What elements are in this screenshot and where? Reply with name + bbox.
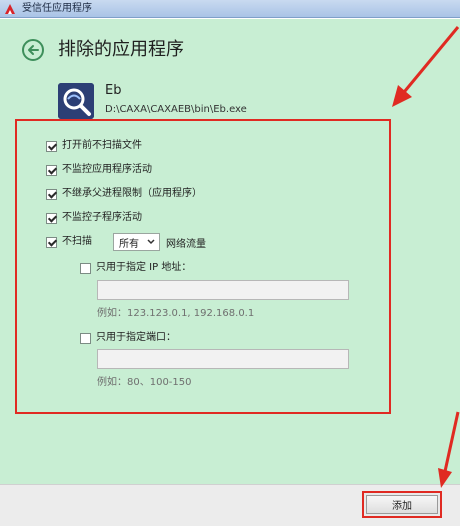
option-no-inherit-parent-restrictions[interactable]: 不继承父进程限制（应用程序） xyxy=(46,186,202,202)
dialog-window: 受信任应用程序 排除的应用程序 Eb D:\CAXA\CAXAEB\bin\Eb… xyxy=(0,0,460,526)
option-label: 不监控应用程序活动 xyxy=(62,164,152,175)
option-label: 只用于指定 IP 地址： xyxy=(96,262,192,273)
option-label: 不监控子程序活动 xyxy=(62,212,142,223)
traffic-type-select[interactable]: 所有 xyxy=(113,233,160,251)
checkbox[interactable] xyxy=(46,212,57,224)
option-port-filter[interactable]: 只用于指定端口： xyxy=(80,330,176,346)
checkbox[interactable] xyxy=(46,164,57,176)
option-skip-scan-before-open[interactable]: 打开前不扫描文件 xyxy=(46,138,142,154)
checkbox[interactable] xyxy=(46,140,57,152)
option-label: 只用于指定端口： xyxy=(96,332,176,343)
page-title: 排除的应用程序 xyxy=(58,39,184,60)
ip-address-input[interactable] xyxy=(97,280,349,300)
option-label: 打开前不扫描文件 xyxy=(62,140,142,151)
add-button[interactable]: 添加 xyxy=(366,495,438,514)
window-title: 受信任应用程序 xyxy=(22,3,92,14)
application-icon xyxy=(58,83,94,119)
add-button-highlight[interactable]: 添加 xyxy=(362,491,442,518)
checkbox[interactable] xyxy=(46,188,57,200)
title-bar: 受信任应用程序 xyxy=(0,0,460,18)
checkbox[interactable] xyxy=(46,236,57,248)
option-ip-filter[interactable]: 只用于指定 IP 地址： xyxy=(80,260,191,276)
checkbox[interactable] xyxy=(80,262,91,274)
add-button-label: 添加 xyxy=(392,501,412,512)
chevron-down-icon xyxy=(147,239,155,245)
option-label: 不扫描 xyxy=(62,236,92,247)
application-name: Eb xyxy=(105,83,122,98)
kaspersky-logo-icon xyxy=(5,4,15,14)
checkbox[interactable] xyxy=(80,332,91,344)
application-path: D:\CAXA\CAXAEB\bin\Eb.exe xyxy=(105,104,247,115)
ip-address-hint: 例如：123.123.0.1, 192.168.0.1 xyxy=(97,308,255,319)
option-no-monitor-child-activity[interactable]: 不监控子程序活动 xyxy=(46,210,142,226)
option-label: 不继承父进程限制（应用程序） xyxy=(62,188,202,199)
arrow-left-icon xyxy=(28,45,39,55)
option-no-scan-traffic[interactable]: 不扫描 xyxy=(46,234,92,250)
traffic-suffix-label: 网络流量 xyxy=(166,239,206,250)
back-button[interactable] xyxy=(22,39,44,61)
select-value: 所有 xyxy=(119,238,139,250)
option-no-monitor-app-activity[interactable]: 不监控应用程序活动 xyxy=(46,162,152,178)
port-hint: 例如：80、100-150 xyxy=(97,377,192,388)
main-panel: 排除的应用程序 Eb D:\CAXA\CAXAEB\bin\Eb.exe 打开前… xyxy=(0,19,460,526)
port-input[interactable] xyxy=(97,349,349,369)
